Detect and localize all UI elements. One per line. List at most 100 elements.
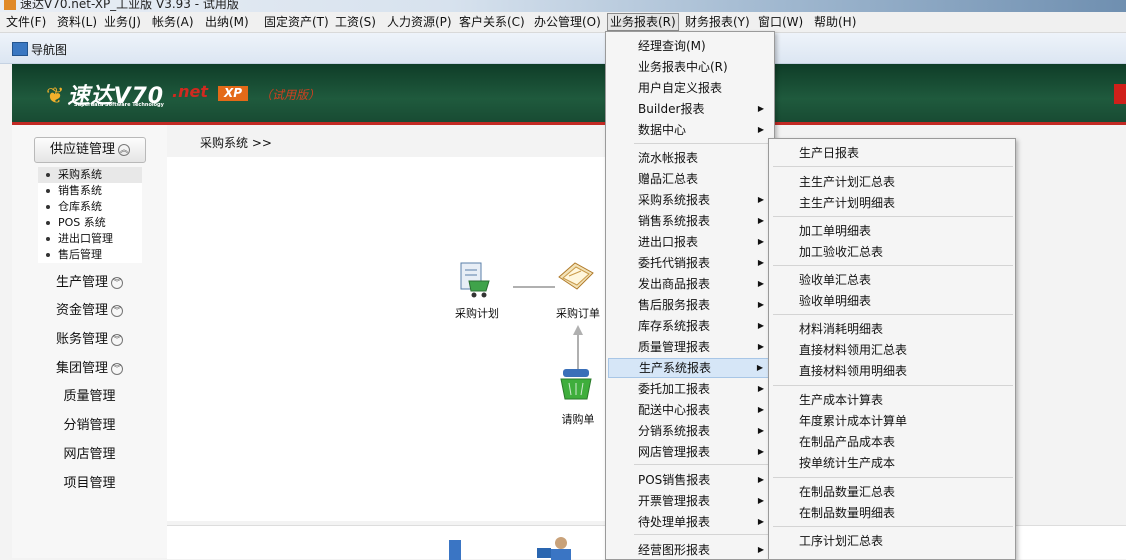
report-menu-item[interactable]: 待处理单报表 ▶ bbox=[608, 512, 772, 532]
report-menu-item[interactable]: 库存系统报表 ▶ bbox=[608, 316, 772, 336]
menu-7[interactable]: 工资(S) bbox=[333, 14, 378, 30]
production-report-item[interactable]: 工序计划汇总表 bbox=[771, 531, 1013, 551]
report-menu-item[interactable]: 生产系统报表 ▶ bbox=[608, 358, 772, 378]
report-menu-item[interactable]: Builder报表 ▶ bbox=[608, 99, 772, 119]
leaf-logo-icon: ❦ bbox=[46, 84, 66, 109]
production-report-item[interactable]: 验收单明细表 bbox=[771, 291, 1013, 311]
menu-item-label: 生产系统报表 bbox=[639, 361, 712, 375]
report-menu-item[interactable]: 委托加工报表 ▶ bbox=[608, 379, 772, 399]
sidebar-subitem[interactable]: 仓库系统 bbox=[38, 199, 142, 215]
report-menu-item[interactable]: 分销系统报表 ▶ bbox=[608, 421, 772, 441]
report-menu-item[interactable]: 流水帐报表 bbox=[608, 148, 772, 168]
flow-label-request[interactable]: 请购单 bbox=[548, 411, 608, 427]
sidebar-module[interactable]: 网店管理 bbox=[12, 445, 167, 465]
sidebar-subitem[interactable]: 进出口管理 bbox=[38, 231, 142, 247]
submenu-arrow-icon: ▶ bbox=[757, 216, 764, 225]
users-icon[interactable] bbox=[533, 534, 577, 560]
menu-6[interactable]: 固定资产(T) bbox=[262, 14, 331, 30]
sidebar-module[interactable]: 质量管理 bbox=[12, 387, 167, 407]
report-menu-item[interactable]: 采购系统报表 ▶ bbox=[608, 190, 772, 210]
flow-label-plan[interactable]: 采购计划 bbox=[447, 305, 507, 321]
production-report-item[interactable]: 直接材料领用明细表 bbox=[771, 361, 1013, 381]
production-report-item[interactable]: 在制品数量明细表 bbox=[771, 503, 1013, 523]
report-menu-item[interactable]: 配送中心报表 ▶ bbox=[608, 400, 772, 420]
production-report-item[interactable]: 加工验收汇总表 bbox=[771, 242, 1013, 262]
production-report-item[interactable]: 在制品数量汇总表 bbox=[771, 482, 1013, 502]
production-report-item[interactable]: 材料消耗明细表 bbox=[771, 319, 1013, 339]
menu-item-label: 委托加工报表 bbox=[638, 382, 711, 396]
menu-separator bbox=[634, 534, 772, 535]
menu-item-label: 经营图形报表 bbox=[638, 543, 711, 557]
report-menu-item[interactable]: 委托代销报表 ▶ bbox=[608, 253, 772, 273]
breadcrumb: 采购系统 >> bbox=[200, 136, 272, 150]
menu-11[interactable]: 业务报表(R) bbox=[607, 13, 679, 31]
group-label: 供应链管理 bbox=[49, 142, 115, 157]
sidebar-module[interactable]: 项目管理 bbox=[12, 474, 167, 494]
submenu-arrow-icon: ▶ bbox=[757, 258, 764, 267]
purchase-plan-icon[interactable] bbox=[457, 261, 495, 299]
submenu-arrow-icon: ▶ bbox=[757, 384, 764, 393]
menu-5[interactable]: 出纳(M) bbox=[203, 14, 251, 30]
menu-separator bbox=[773, 166, 1013, 167]
menu-3[interactable]: 业务(J) bbox=[102, 14, 143, 30]
report-menu-item[interactable]: 进出口报表 ▶ bbox=[608, 232, 772, 252]
production-report-item[interactable]: 验收单汇总表 bbox=[771, 270, 1013, 290]
trial-label: （试用版） bbox=[260, 88, 321, 102]
sidebar-module[interactable]: 集团管理 ︾ bbox=[12, 359, 167, 379]
report-menu-item[interactable]: 发出商品报表 ▶ bbox=[608, 274, 772, 294]
report-menu-item[interactable]: 用户自定义报表 bbox=[608, 78, 772, 98]
bullet-icon bbox=[46, 221, 50, 225]
production-report-item[interactable]: 直接材料领用汇总表 bbox=[771, 340, 1013, 360]
sidebar-subitem[interactable]: POS 系统 bbox=[38, 215, 142, 231]
sidebar-subitem[interactable]: 售后管理 bbox=[38, 247, 142, 263]
sidebar-module[interactable]: 分销管理 bbox=[12, 416, 167, 436]
report-menu-item[interactable]: 业务报表中心(R) bbox=[608, 57, 772, 77]
menu-4[interactable]: 帐务(A) bbox=[150, 14, 196, 30]
menu-10[interactable]: 办公管理(O) bbox=[532, 14, 603, 30]
sidebar-subitem[interactable]: 采购系统 bbox=[38, 167, 142, 183]
sidebar-module[interactable]: 账务管理 ︾ bbox=[12, 330, 167, 350]
window-title-bar: 速达V70.net-XP_工业版 V3.93 - 试用版 bbox=[0, 0, 1126, 12]
report-menu-item[interactable]: 销售系统报表 ▶ bbox=[608, 211, 772, 231]
brand-banner: ❦速达V70 .net XP （试用版） Superdata Software … bbox=[12, 64, 1126, 125]
group-supply-chain[interactable]: 供应链管理 ︽ bbox=[34, 137, 146, 163]
production-report-item[interactable]: 在制品产品成本表 bbox=[771, 432, 1013, 452]
menu-separator bbox=[773, 314, 1013, 315]
menu-1[interactable]: 文件(F) bbox=[4, 14, 48, 30]
menu-13[interactable]: 窗口(W) bbox=[756, 14, 805, 30]
sidebar-subitem[interactable]: 销售系统 bbox=[38, 183, 142, 199]
menu-9[interactable]: 客户关系(C) bbox=[457, 14, 527, 30]
sidebar-module[interactable]: 生产管理 ︾ bbox=[12, 273, 167, 293]
report-menu-item[interactable]: POS销售报表 ▶ bbox=[608, 470, 772, 490]
production-report-item[interactable]: 按单统计生产成本 bbox=[771, 453, 1013, 473]
window-title: 速达V70.net-XP_工业版 V3.93 - 试用版 bbox=[20, 0, 239, 11]
sidebar-module[interactable]: 资金管理 ︾ bbox=[12, 301, 167, 321]
report-menu-item[interactable]: 经理查询(M) bbox=[608, 36, 772, 56]
production-report-item[interactable]: 生产日报表 bbox=[771, 143, 1013, 163]
report-menu-item[interactable]: 质量管理报表 ▶ bbox=[608, 337, 772, 357]
production-report-item[interactable]: 加工单明细表 bbox=[771, 221, 1013, 241]
report-menu-item[interactable]: 开票管理报表 ▶ bbox=[608, 491, 772, 511]
report-menu-item[interactable]: 售后服务报表 ▶ bbox=[608, 295, 772, 315]
bullet-icon bbox=[46, 237, 50, 241]
menu-2[interactable]: 资料(L) bbox=[55, 14, 99, 30]
menu-separator bbox=[773, 216, 1013, 217]
report-icon[interactable] bbox=[443, 536, 467, 560]
purchase-order-icon[interactable] bbox=[557, 257, 595, 295]
menu-8[interactable]: 人力资源(P) bbox=[385, 14, 454, 30]
report-menu-item[interactable]: 数据中心 ▶ bbox=[608, 120, 772, 140]
production-report-item[interactable]: 年度累计成本计算单 bbox=[771, 411, 1013, 431]
banner-red-tab[interactable] bbox=[1114, 84, 1126, 104]
production-report-item[interactable]: 主生产计划汇总表 bbox=[771, 172, 1013, 192]
purchase-request-icon[interactable] bbox=[557, 365, 595, 403]
report-menu-item[interactable]: 赠品汇总表 bbox=[608, 169, 772, 189]
report-menu-item[interactable]: 网店管理报表 ▶ bbox=[608, 442, 772, 462]
menu-12[interactable]: 财务报表(Y) bbox=[683, 14, 752, 30]
report-menu-item[interactable]: 经营图形报表 ▶ bbox=[608, 540, 772, 560]
production-report-item[interactable]: 主生产计划明细表 bbox=[771, 193, 1013, 213]
menu-separator bbox=[773, 385, 1013, 386]
flow-label-order[interactable]: 采购订单 bbox=[548, 305, 608, 321]
sidebar-subitem-label: 售后管理 bbox=[58, 248, 102, 261]
production-report-item[interactable]: 生产成本计算表 bbox=[771, 390, 1013, 410]
menu-14[interactable]: 帮助(H) bbox=[812, 14, 858, 30]
